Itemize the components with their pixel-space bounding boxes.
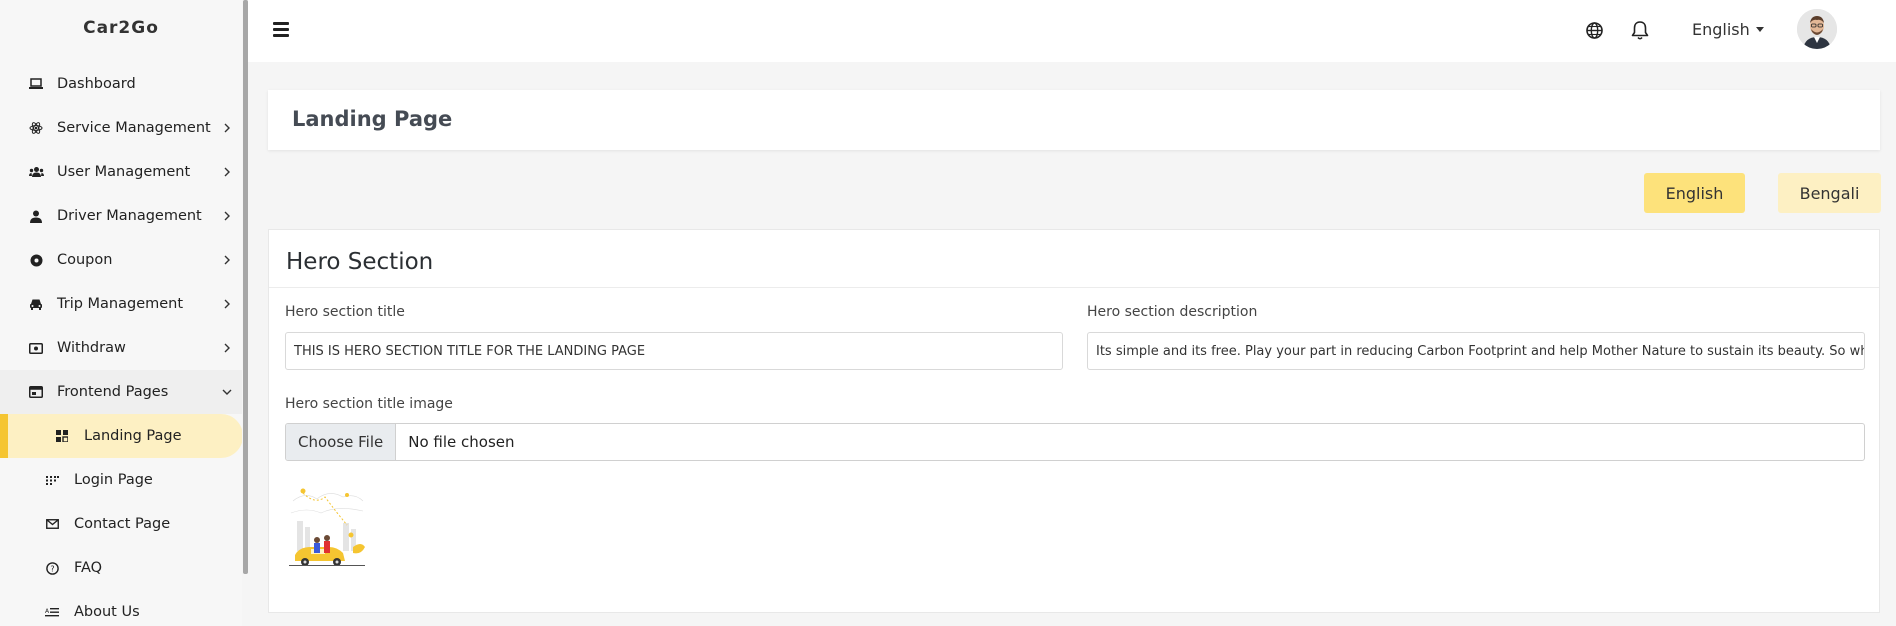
sidebar-item-coupon[interactable]: Coupon xyxy=(0,238,242,282)
window-icon xyxy=(28,384,44,400)
hero-title-input[interactable]: THIS IS HERO SECTION TITLE FOR THE LANDI… xyxy=(285,332,1063,370)
language-tab-bengali[interactable]: Bengali xyxy=(1778,173,1881,213)
caret-down-icon xyxy=(1755,27,1764,32)
page-header-card: Landing Page xyxy=(268,90,1880,150)
avatar[interactable] xyxy=(1797,9,1837,49)
page-title: Landing Page xyxy=(292,107,453,131)
hero-title-label: Hero section title xyxy=(285,304,405,320)
sidebar-subitem-faq[interactable]: ? FAQ xyxy=(0,546,242,590)
sidebar-item-label: Login Page xyxy=(74,472,153,488)
svg-text:?: ? xyxy=(50,564,54,573)
sidebar-subitem-about-us[interactable]: A About Us xyxy=(0,590,242,626)
hero-description-input[interactable]: Its simple and its free. Play your part … xyxy=(1087,332,1865,370)
sidebar-item-label: About Us xyxy=(74,604,140,620)
chevron-right-icon xyxy=(224,299,230,309)
sidebar-subitem-login-page[interactable]: Login Page xyxy=(0,458,242,502)
sidebar-item-label: Trip Management xyxy=(57,296,184,312)
dots-grid-icon xyxy=(44,472,60,488)
svg-text:A: A xyxy=(45,608,50,615)
chevron-right-icon xyxy=(224,167,230,177)
chevron-right-icon xyxy=(224,255,230,265)
sidebar-item-label: Driver Management xyxy=(57,208,202,224)
globe-icon[interactable] xyxy=(1586,22,1603,39)
sidebar-subitem-landing-page[interactable]: Landing Page xyxy=(0,414,242,458)
hero-image-preview xyxy=(289,488,365,566)
sidebar-item-label: Coupon xyxy=(57,252,113,268)
sidebar-item-dashboard[interactable]: Dashboard xyxy=(0,62,242,106)
hero-section-card: Hero Section Hero section title THIS IS … xyxy=(268,229,1880,613)
sidebar-item-label: Frontend Pages xyxy=(57,384,169,400)
language-dropdown[interactable]: English xyxy=(1692,20,1764,39)
chevron-right-icon xyxy=(224,343,230,353)
hero-image-label: Hero section title image xyxy=(285,396,453,412)
user-icon xyxy=(28,208,44,224)
sidebar-item-label: Dashboard xyxy=(57,76,136,92)
coupon-icon xyxy=(28,252,44,268)
sidebar-item-service-management[interactable]: Service Management xyxy=(0,106,242,150)
chevron-right-icon xyxy=(224,211,230,221)
money-icon xyxy=(28,340,44,356)
menu-toggle-icon[interactable] xyxy=(273,22,289,37)
sidebar-item-label: Contact Page xyxy=(74,516,171,532)
chevron-right-icon xyxy=(224,123,230,133)
language-dropdown-label: English xyxy=(1692,20,1750,39)
question-icon: ? xyxy=(44,560,60,576)
language-tab-english[interactable]: English xyxy=(1644,173,1745,213)
grid-icon xyxy=(54,428,70,444)
hero-image-file-input[interactable]: Choose File No file chosen xyxy=(285,423,1865,461)
sidebar-item-label: User Management xyxy=(57,164,191,180)
laptop-icon xyxy=(28,76,44,92)
sidebar-item-label: FAQ xyxy=(74,560,103,576)
sidebar-scrollbar[interactable] xyxy=(243,0,248,574)
choose-file-button[interactable]: Choose File xyxy=(286,424,397,460)
sidebar: Car2Go Dashboard Service Management User… xyxy=(0,0,242,626)
sidebar-item-trip-management[interactable]: Trip Management xyxy=(0,282,242,326)
hero-section-heading: Hero Section xyxy=(286,249,434,275)
atom-icon xyxy=(28,120,44,136)
hero-description-label: Hero section description xyxy=(1087,304,1258,320)
sidebar-item-label: Service Management xyxy=(57,120,211,136)
users-icon xyxy=(28,164,44,180)
chevron-down-icon xyxy=(222,389,232,395)
sidebar-item-label: Withdraw xyxy=(57,340,126,356)
sidebar-item-user-management[interactable]: User Management xyxy=(0,150,242,194)
list-icon: A xyxy=(44,604,60,620)
sidebar-item-frontend-pages[interactable]: Frontend Pages xyxy=(0,370,242,414)
sidebar-subitem-contact-page[interactable]: Contact Page xyxy=(0,502,242,546)
bell-icon[interactable] xyxy=(1630,20,1650,41)
sidebar-item-driver-management[interactable]: Driver Management xyxy=(0,194,242,238)
brand-logo[interactable]: Car2Go xyxy=(0,18,242,38)
sidebar-item-label: Landing Page xyxy=(84,428,182,444)
sidebar-item-withdraw[interactable]: Withdraw xyxy=(0,326,242,370)
car-icon xyxy=(28,296,44,312)
divider xyxy=(269,287,1879,288)
envelope-icon xyxy=(44,516,60,532)
file-status-text: No file chosen xyxy=(408,433,515,451)
